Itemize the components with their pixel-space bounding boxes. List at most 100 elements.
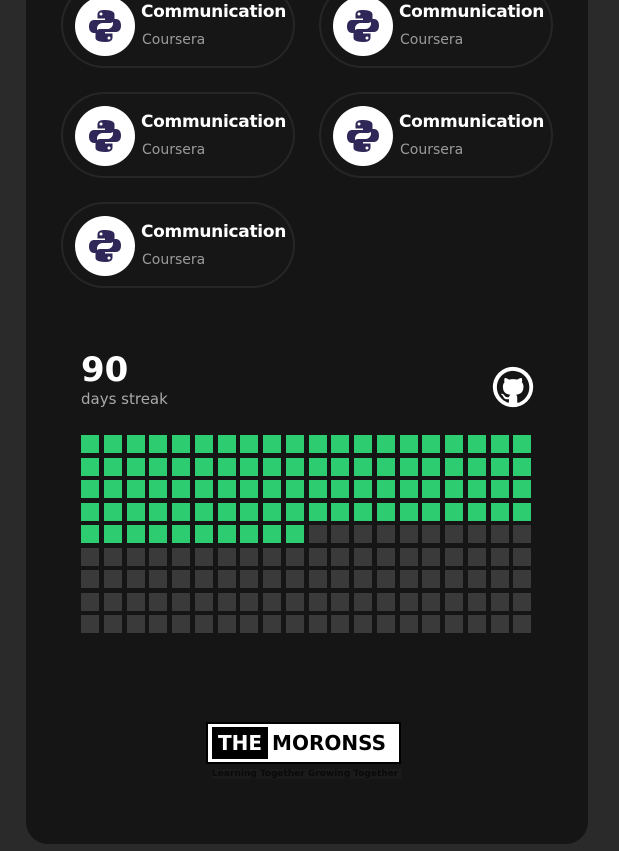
streak-day-cell — [513, 570, 532, 588]
streak-day-cell — [467, 435, 486, 453]
streak-day-cell — [285, 615, 304, 633]
streak-day-cell — [172, 547, 190, 566]
streak-day-cell — [81, 615, 99, 633]
course-title: Communication — [141, 222, 286, 242]
streak-day-cell — [490, 570, 509, 588]
python-icon — [333, 106, 393, 166]
streak-day-cell — [103, 547, 122, 566]
streak-day-cell — [490, 457, 509, 476]
streak-day-cell — [513, 457, 532, 476]
streak-day-cell — [149, 435, 168, 453]
streak-day-cell — [399, 570, 418, 588]
streak-day-cell — [445, 570, 463, 588]
streak-day-cell — [490, 592, 509, 611]
streak-day-cell — [263, 457, 281, 476]
streak-day-cell — [354, 615, 372, 633]
streak-day-cell — [308, 480, 327, 498]
streak-day-cell — [399, 592, 418, 611]
streak-day-cell — [354, 525, 372, 543]
streak-day-cell — [263, 592, 281, 611]
streak-day-cell — [217, 502, 236, 521]
course-card[interactable]: Communication Coursera — [319, 0, 553, 68]
streak-day-cell — [81, 435, 99, 453]
course-card[interactable]: Communication Coursera — [319, 92, 553, 178]
streak-day-cell — [81, 570, 99, 588]
streak-day-cell — [376, 525, 395, 543]
streak-day-cell — [240, 615, 259, 633]
streak-day-cell — [308, 592, 327, 611]
brand-logo[interactable]: THE MORONSS — [206, 722, 401, 764]
streak-day-cell — [103, 457, 122, 476]
streak-day-cell — [467, 547, 486, 566]
streak-day-cell — [172, 457, 190, 476]
streak-day-cell — [126, 547, 145, 566]
course-provider: Coursera — [400, 142, 464, 158]
streak-day-cell — [240, 592, 259, 611]
streak-day-cell — [285, 502, 304, 521]
streak-day-cell — [422, 592, 441, 611]
streak-day-cell — [103, 615, 122, 633]
brand-tagline: Learning Together Growing Together — [212, 769, 402, 779]
streak-day-cell — [354, 592, 372, 611]
streak-day-cell — [126, 570, 145, 588]
streak-day-cell — [308, 457, 327, 476]
streak-day-cell — [126, 615, 145, 633]
streak-day-cell — [308, 570, 327, 588]
streak-day-cell — [217, 435, 236, 453]
streak-day-cell — [81, 592, 99, 611]
streak-day-cell — [194, 570, 213, 588]
streak-day-cell — [331, 592, 350, 611]
course-card[interactable]: Communication Coursera — [61, 202, 295, 288]
streak-day-cell — [331, 570, 350, 588]
streak-day-cell — [172, 480, 190, 498]
streak-day-cell — [285, 547, 304, 566]
streak-day-cell — [331, 615, 350, 633]
brand-the: THE — [212, 727, 269, 759]
streak-day-cell — [263, 547, 281, 566]
streak-day-cell — [354, 457, 372, 476]
streak-day-cell — [240, 525, 259, 543]
course-provider: Coursera — [400, 32, 464, 48]
streak-day-cell — [422, 615, 441, 633]
course-card[interactable]: Communication Coursera — [61, 92, 295, 178]
streak-day-cell — [217, 615, 236, 633]
streak-day-cell — [445, 435, 463, 453]
streak-day-cell — [422, 457, 441, 476]
streak-day-cell — [194, 547, 213, 566]
streak-day-cell — [149, 615, 168, 633]
streak-day-cell — [172, 525, 190, 543]
streak-day-cell — [194, 502, 213, 521]
streak-day-cell — [422, 502, 441, 521]
streak-day-cell — [103, 592, 122, 611]
course-card[interactable]: Communication Coursera — [61, 0, 295, 68]
github-icon[interactable] — [491, 365, 535, 409]
streak-day-cell — [263, 480, 281, 498]
streak-day-cell — [126, 592, 145, 611]
streak-day-cell — [376, 502, 395, 521]
streak-day-cell — [445, 615, 463, 633]
streak-day-cell — [513, 547, 532, 566]
python-icon — [75, 106, 135, 166]
streak-day-cell — [445, 480, 463, 498]
streak-day-cell — [513, 502, 532, 521]
streak-day-cell — [149, 547, 168, 566]
streak-day-cell — [126, 502, 145, 521]
streak-label: days streak — [81, 390, 168, 408]
streak-day-cell — [81, 547, 99, 566]
python-icon — [75, 0, 135, 56]
streak-day-cell — [331, 480, 350, 498]
streak-day-cell — [331, 502, 350, 521]
streak-day-cell — [422, 435, 441, 453]
streak-day-cell — [399, 457, 418, 476]
streak-day-cell — [399, 547, 418, 566]
streak-day-cell — [263, 502, 281, 521]
course-title: Communication — [399, 2, 544, 22]
streak-day-cell — [490, 502, 509, 521]
streak-day-cell — [513, 480, 532, 498]
streak-day-cell — [81, 502, 99, 521]
brand-name: MORONSS — [272, 731, 387, 755]
streak-day-cell — [103, 502, 122, 521]
streak-day-cell — [240, 570, 259, 588]
streak-day-cell — [331, 525, 350, 543]
streak-day-cell — [263, 570, 281, 588]
